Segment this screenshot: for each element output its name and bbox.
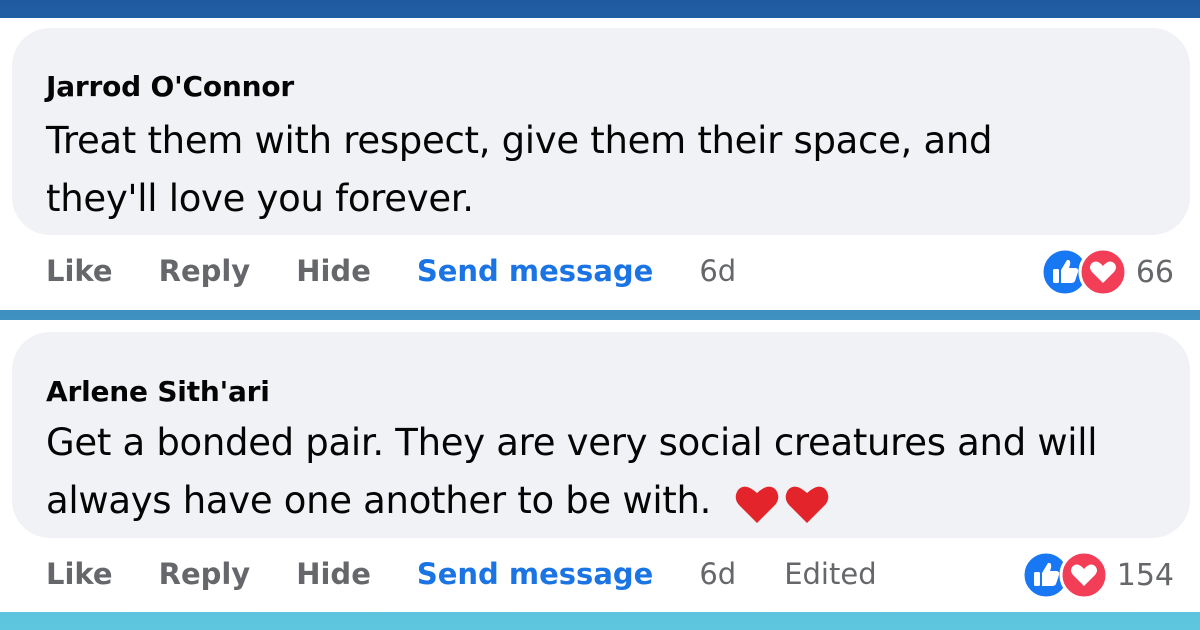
comment-actions: Like Reply Hide Send message 6d Edited (46, 554, 925, 594)
comment-text-line: always have one another to be with. (46, 479, 712, 522)
comment-author[interactable]: Jarrod O'Connor (46, 70, 294, 103)
send-message-button[interactable]: Send message (417, 557, 653, 591)
love-icon (1078, 247, 1128, 297)
comment-text-line: Get a bonded pair. They are very social … (46, 421, 1098, 464)
heart-emoji-icon (735, 486, 828, 523)
comment-author[interactable]: Arlene Sith'ari (46, 375, 270, 408)
like-button[interactable]: Like (46, 557, 113, 591)
comment-timestamp[interactable]: 6d (699, 254, 736, 288)
comment-actions: Like Reply Hide Send message 6d (46, 251, 784, 291)
comment-card: Arlene Sith'ari Get a bonded pair. They … (0, 320, 1200, 612)
comment-text-line-with-emoji: always have one another to be with. (46, 472, 1166, 530)
comment-bubble: Jarrod O'Connor Treat them with respect,… (12, 28, 1190, 235)
reaction-summary[interactable]: 154 (1021, 550, 1174, 600)
hide-button[interactable]: Hide (296, 254, 371, 288)
hide-button[interactable]: Hide (296, 557, 371, 591)
comment-bubble: Arlene Sith'ari Get a bonded pair. They … (12, 332, 1190, 538)
love-icon (1059, 550, 1109, 600)
edited-label[interactable]: Edited (784, 557, 876, 591)
reply-button[interactable]: Reply (159, 254, 251, 288)
comment-card: Jarrod O'Connor Treat them with respect,… (0, 18, 1200, 310)
comment-text: Treat them with respect, give them their… (46, 112, 1166, 228)
reaction-summary[interactable]: 66 (1040, 247, 1174, 297)
comment-text: Get a bonded pair. They are very social … (46, 414, 1166, 530)
send-message-button[interactable]: Send message (417, 254, 653, 288)
comment-text-line: Treat them with respect, give them their… (46, 119, 993, 162)
reaction-count[interactable]: 66 (1136, 255, 1174, 290)
reaction-icons (1040, 247, 1128, 297)
comment-timestamp[interactable]: 6d (699, 557, 736, 591)
reaction-count[interactable]: 154 (1117, 558, 1174, 593)
like-button[interactable]: Like (46, 254, 113, 288)
comment-text-line: they'll love you forever. (46, 177, 474, 220)
reply-button[interactable]: Reply (159, 557, 251, 591)
reaction-icons (1021, 550, 1109, 600)
